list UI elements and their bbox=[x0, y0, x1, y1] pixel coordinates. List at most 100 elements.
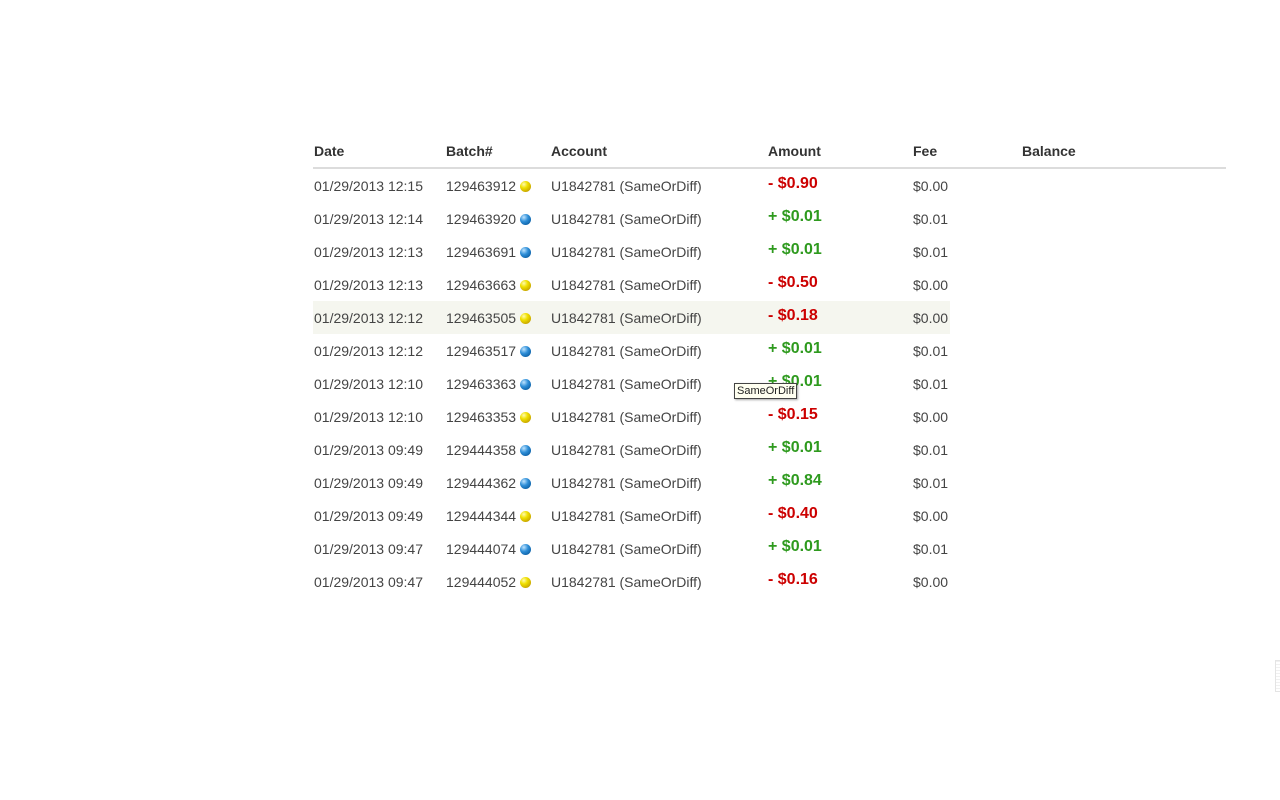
resize-grip[interactable] bbox=[1275, 660, 1280, 692]
batch-cell: 129463691 bbox=[446, 244, 532, 260]
yellow-dot-icon bbox=[520, 577, 532, 588]
batch-number-link[interactable]: 129444074 bbox=[446, 541, 516, 557]
transaction-date: 01/29/2013 12:13 bbox=[314, 277, 423, 293]
table-row[interactable]: 01/29/2013 09:47 129444052 U1842781 (SameO… bbox=[313, 565, 950, 598]
transaction-fee: $0.01 bbox=[913, 475, 949, 491]
transaction-history-table: Date Batch# Account Amount Fee Balance 0… bbox=[313, 135, 1226, 598]
batch-number-link[interactable]: 129463912 bbox=[446, 178, 516, 194]
transaction-fee: $0.01 bbox=[913, 541, 949, 557]
account-link[interactable]: U1842781 (SameOrDiff) bbox=[551, 376, 702, 392]
transaction-date: 01/29/2013 09:47 bbox=[314, 574, 423, 590]
account-link[interactable]: U1842781 (SameOrDiff) bbox=[551, 541, 702, 557]
account-link[interactable]: U1842781 (SameOrDiff) bbox=[551, 409, 702, 425]
transaction-date: 01/29/2013 12:12 bbox=[314, 343, 423, 359]
transaction-date: 01/29/2013 12:13 bbox=[314, 244, 423, 260]
transaction-amount: - $0.16 bbox=[768, 571, 818, 588]
column-header-balance[interactable]: Balance bbox=[1022, 143, 1076, 159]
account-link[interactable]: U1842781 (SameOrDiff) bbox=[551, 475, 702, 491]
table-row[interactable]: 01/29/2013 12:13 129463663 U1842781 (SameO… bbox=[313, 268, 950, 301]
transaction-fee: $0.00 bbox=[913, 574, 949, 590]
batch-number-link[interactable]: 129463920 bbox=[446, 211, 516, 227]
batch-cell: 129444344 bbox=[446, 508, 532, 524]
table-row[interactable]: 01/29/2013 12:14 129463920 U1842781 (SameO… bbox=[313, 202, 950, 235]
yellow-dot-icon bbox=[520, 511, 532, 522]
batch-number-link[interactable]: 129463353 bbox=[446, 409, 516, 425]
table-row[interactable]: 01/29/2013 12:12 129463505 U1842781 (SameO… bbox=[313, 301, 950, 334]
batch-cell: 129444052 bbox=[446, 574, 532, 590]
batch-number-link[interactable]: 129463663 bbox=[446, 277, 516, 293]
batch-cell: 129463920 bbox=[446, 211, 532, 227]
column-header-amount[interactable]: Amount bbox=[768, 143, 821, 159]
transaction-amount: + $0.01 bbox=[768, 340, 822, 357]
column-header-date[interactable]: Date bbox=[314, 143, 344, 159]
batch-cell: 129463363 bbox=[446, 376, 532, 392]
transaction-date: 01/29/2013 12:14 bbox=[314, 211, 423, 227]
account-link[interactable]: U1842781 (SameOrDiff) bbox=[551, 244, 702, 260]
table-row[interactable]: 01/29/2013 12:15 129463912 U1842781 (SameO… bbox=[313, 169, 950, 202]
transaction-amount: - $0.40 bbox=[768, 505, 818, 522]
column-header-account[interactable]: Account bbox=[551, 143, 607, 159]
transaction-fee: $0.00 bbox=[913, 277, 949, 293]
transaction-fee: $0.01 bbox=[913, 442, 949, 458]
batch-cell: 129463912 bbox=[446, 178, 532, 194]
account-link[interactable]: U1842781 (SameOrDiff) bbox=[551, 211, 702, 227]
batch-number-link[interactable]: 129463505 bbox=[446, 310, 516, 326]
transaction-amount: + $0.01 bbox=[768, 208, 822, 225]
transaction-fee: $0.00 bbox=[913, 310, 949, 326]
table-row[interactable]: 01/29/2013 12:13 129463691 U1842781 (SameO… bbox=[313, 235, 950, 268]
table-row[interactable]: 01/29/2013 12:10 129463353 U1842781 (SameO… bbox=[313, 400, 950, 433]
transaction-amount: + $0.01 bbox=[768, 538, 822, 555]
transaction-amount: + $0.01 bbox=[768, 439, 822, 456]
batch-number-link[interactable]: 129444052 bbox=[446, 574, 516, 590]
table-row[interactable]: 01/29/2013 12:10 129463363 U1842781 (SameO… bbox=[313, 367, 950, 400]
batch-cell: 129444358 bbox=[446, 442, 532, 458]
account-link[interactable]: U1842781 (SameOrDiff) bbox=[551, 178, 702, 194]
table-row[interactable]: 01/29/2013 09:49 129444344 U1842781 (SameO… bbox=[313, 499, 950, 532]
batch-number-link[interactable]: 129463691 bbox=[446, 244, 516, 260]
account-link[interactable]: U1842781 (SameOrDiff) bbox=[551, 508, 702, 524]
transaction-fee: $0.01 bbox=[913, 211, 949, 227]
batch-cell: 129444362 bbox=[446, 475, 532, 491]
blue-dot-icon bbox=[520, 346, 532, 357]
batch-number-link[interactable]: 129463363 bbox=[446, 376, 516, 392]
account-link[interactable]: U1842781 (SameOrDiff) bbox=[551, 442, 702, 458]
blue-dot-icon bbox=[520, 247, 532, 258]
transaction-fee: $0.01 bbox=[913, 244, 949, 260]
batch-cell: 129463517 bbox=[446, 343, 532, 359]
account-link[interactable]: U1842781 (SameOrDiff) bbox=[551, 343, 702, 359]
transaction-date: 01/29/2013 09:49 bbox=[314, 442, 423, 458]
account-link[interactable]: U1842781 (SameOrDiff) bbox=[551, 574, 702, 590]
blue-dot-icon bbox=[520, 445, 532, 456]
account-link[interactable]: U1842781 (SameOrDiff) bbox=[551, 277, 702, 293]
column-header-fee[interactable]: Fee bbox=[913, 143, 937, 159]
account-link[interactable]: U1842781 (SameOrDiff) bbox=[551, 310, 702, 326]
transaction-amount: - $0.90 bbox=[768, 175, 818, 192]
transaction-amount: - $0.18 bbox=[768, 307, 818, 324]
batch-number-link[interactable]: 129444358 bbox=[446, 442, 516, 458]
yellow-dot-icon bbox=[520, 280, 532, 291]
table-row[interactable]: 01/29/2013 09:49 129444358 U1842781 (SameO… bbox=[313, 433, 950, 466]
column-header-batch[interactable]: Batch# bbox=[446, 143, 493, 159]
blue-dot-icon bbox=[520, 478, 532, 489]
batch-number-link[interactable]: 129444362 bbox=[446, 475, 516, 491]
table-row[interactable]: 01/29/2013 09:47 129444074 U1842781 (SameO… bbox=[313, 532, 950, 565]
batch-cell: 129463353 bbox=[446, 409, 532, 425]
transaction-date: 01/29/2013 09:49 bbox=[314, 475, 423, 491]
table-row[interactable]: 01/29/2013 09:49 129444362 U1842781 (SameO… bbox=[313, 466, 950, 499]
batch-cell: 129444074 bbox=[446, 541, 532, 557]
transaction-amount: - $0.15 bbox=[768, 406, 818, 423]
transaction-date: 01/29/2013 09:47 bbox=[314, 541, 423, 557]
blue-dot-icon bbox=[520, 379, 532, 390]
transaction-amount: + $0.01 bbox=[768, 241, 822, 258]
transaction-amount: - $0.50 bbox=[768, 274, 818, 291]
transaction-fee: $0.01 bbox=[913, 343, 949, 359]
table-header-row: Date Batch# Account Amount Fee Balance bbox=[313, 135, 1226, 169]
batch-number-link[interactable]: 129463517 bbox=[446, 343, 516, 359]
transaction-fee: $0.00 bbox=[913, 178, 949, 194]
batch-number-link[interactable]: 129444344 bbox=[446, 508, 516, 524]
table-row[interactable]: 01/29/2013 12:12 129463517 U1842781 (SameO… bbox=[313, 334, 950, 367]
transaction-date: 01/29/2013 12:12 bbox=[314, 310, 423, 326]
transaction-date: 01/29/2013 12:15 bbox=[314, 178, 423, 194]
batch-cell: 129463505 bbox=[446, 310, 532, 326]
transaction-date: 01/29/2013 09:49 bbox=[314, 508, 423, 524]
